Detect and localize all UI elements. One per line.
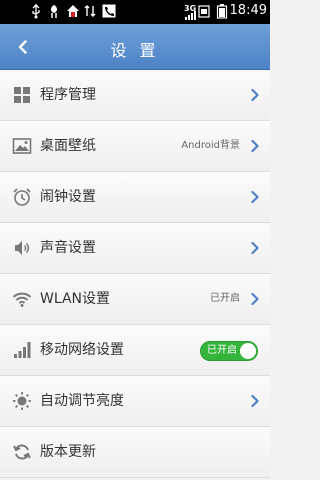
settings-item-value: Android背景 bbox=[181, 140, 240, 151]
settings-item-brightness[interactable]: 自动调节亮度 bbox=[0, 376, 270, 427]
settings-item-update[interactable]: 版本更新 bbox=[0, 427, 270, 478]
chevron-right-icon bbox=[251, 190, 259, 204]
wifi-icon bbox=[12, 292, 32, 307]
status-time: 18:49 bbox=[229, 3, 267, 18]
signal-icon: 3G bbox=[176, 3, 196, 20]
settings-item-label: 移动网络设置 bbox=[40, 342, 124, 358]
status-icons-left bbox=[30, 3, 116, 19]
usb-debug-icon bbox=[48, 3, 60, 19]
settings-item-label: 自动调节亮度 bbox=[40, 393, 124, 409]
settings-item-wallpaper[interactable]: 桌面壁纸 Android背景 bbox=[0, 121, 270, 172]
mobile-network-icon bbox=[14, 342, 31, 358]
alarm-icon bbox=[13, 188, 31, 206]
settings-item-sound[interactable]: 声音设置 bbox=[0, 223, 270, 274]
battery-icon bbox=[216, 3, 228, 19]
phone-icon bbox=[102, 3, 116, 19]
data-transfer-icon bbox=[84, 3, 96, 19]
chevron-right-icon bbox=[251, 241, 259, 255]
settings-item-label: 声音设置 bbox=[40, 240, 96, 256]
mobile-network-toggle[interactable]: 已开启 bbox=[200, 341, 258, 361]
usb-icon bbox=[30, 3, 42, 19]
chevron-right-icon bbox=[251, 88, 259, 102]
settings-item-label: 桌面壁纸 bbox=[40, 138, 96, 154]
update-icon bbox=[13, 444, 31, 460]
sound-icon bbox=[15, 241, 30, 255]
settings-item-wlan[interactable]: WLAN设置 已开启 bbox=[0, 274, 270, 325]
settings-item-label: 版本更新 bbox=[40, 444, 96, 460]
status-icons-right: 3G bbox=[176, 3, 228, 20]
settings-item-apps[interactable]: 程序管理 bbox=[0, 70, 270, 121]
settings-item-label: 程序管理 bbox=[40, 87, 96, 103]
chevron-right-icon bbox=[251, 139, 259, 153]
page-title: 设 置 bbox=[110, 41, 160, 60]
settings-item-label: WLAN设置 bbox=[40, 291, 111, 307]
title-bar: 设 置 bbox=[0, 24, 270, 70]
settings-item-label: 闹钟设置 bbox=[40, 189, 96, 205]
settings-item-mobile-network[interactable]: 移动网络设置 已开启 bbox=[0, 325, 270, 376]
brightness-icon bbox=[13, 392, 31, 410]
status-bar: 3G 18:49 bbox=[0, 0, 270, 24]
chevron-right-icon bbox=[251, 292, 259, 306]
chevron-right-icon bbox=[251, 394, 259, 408]
toggle-label: 已开启 bbox=[207, 345, 237, 356]
settings-list: 程序管理 桌面壁纸 Android背景 闹钟设置 声音设置 WLAN设置 已开启… bbox=[0, 70, 270, 478]
wallpaper-icon bbox=[12, 138, 32, 154]
home-icon bbox=[66, 3, 79, 19]
settings-item-value: 已开启 bbox=[210, 293, 240, 304]
apps-icon bbox=[14, 87, 30, 103]
settings-item-alarm[interactable]: 闹钟设置 bbox=[0, 172, 270, 223]
toggle-knob bbox=[240, 343, 256, 359]
